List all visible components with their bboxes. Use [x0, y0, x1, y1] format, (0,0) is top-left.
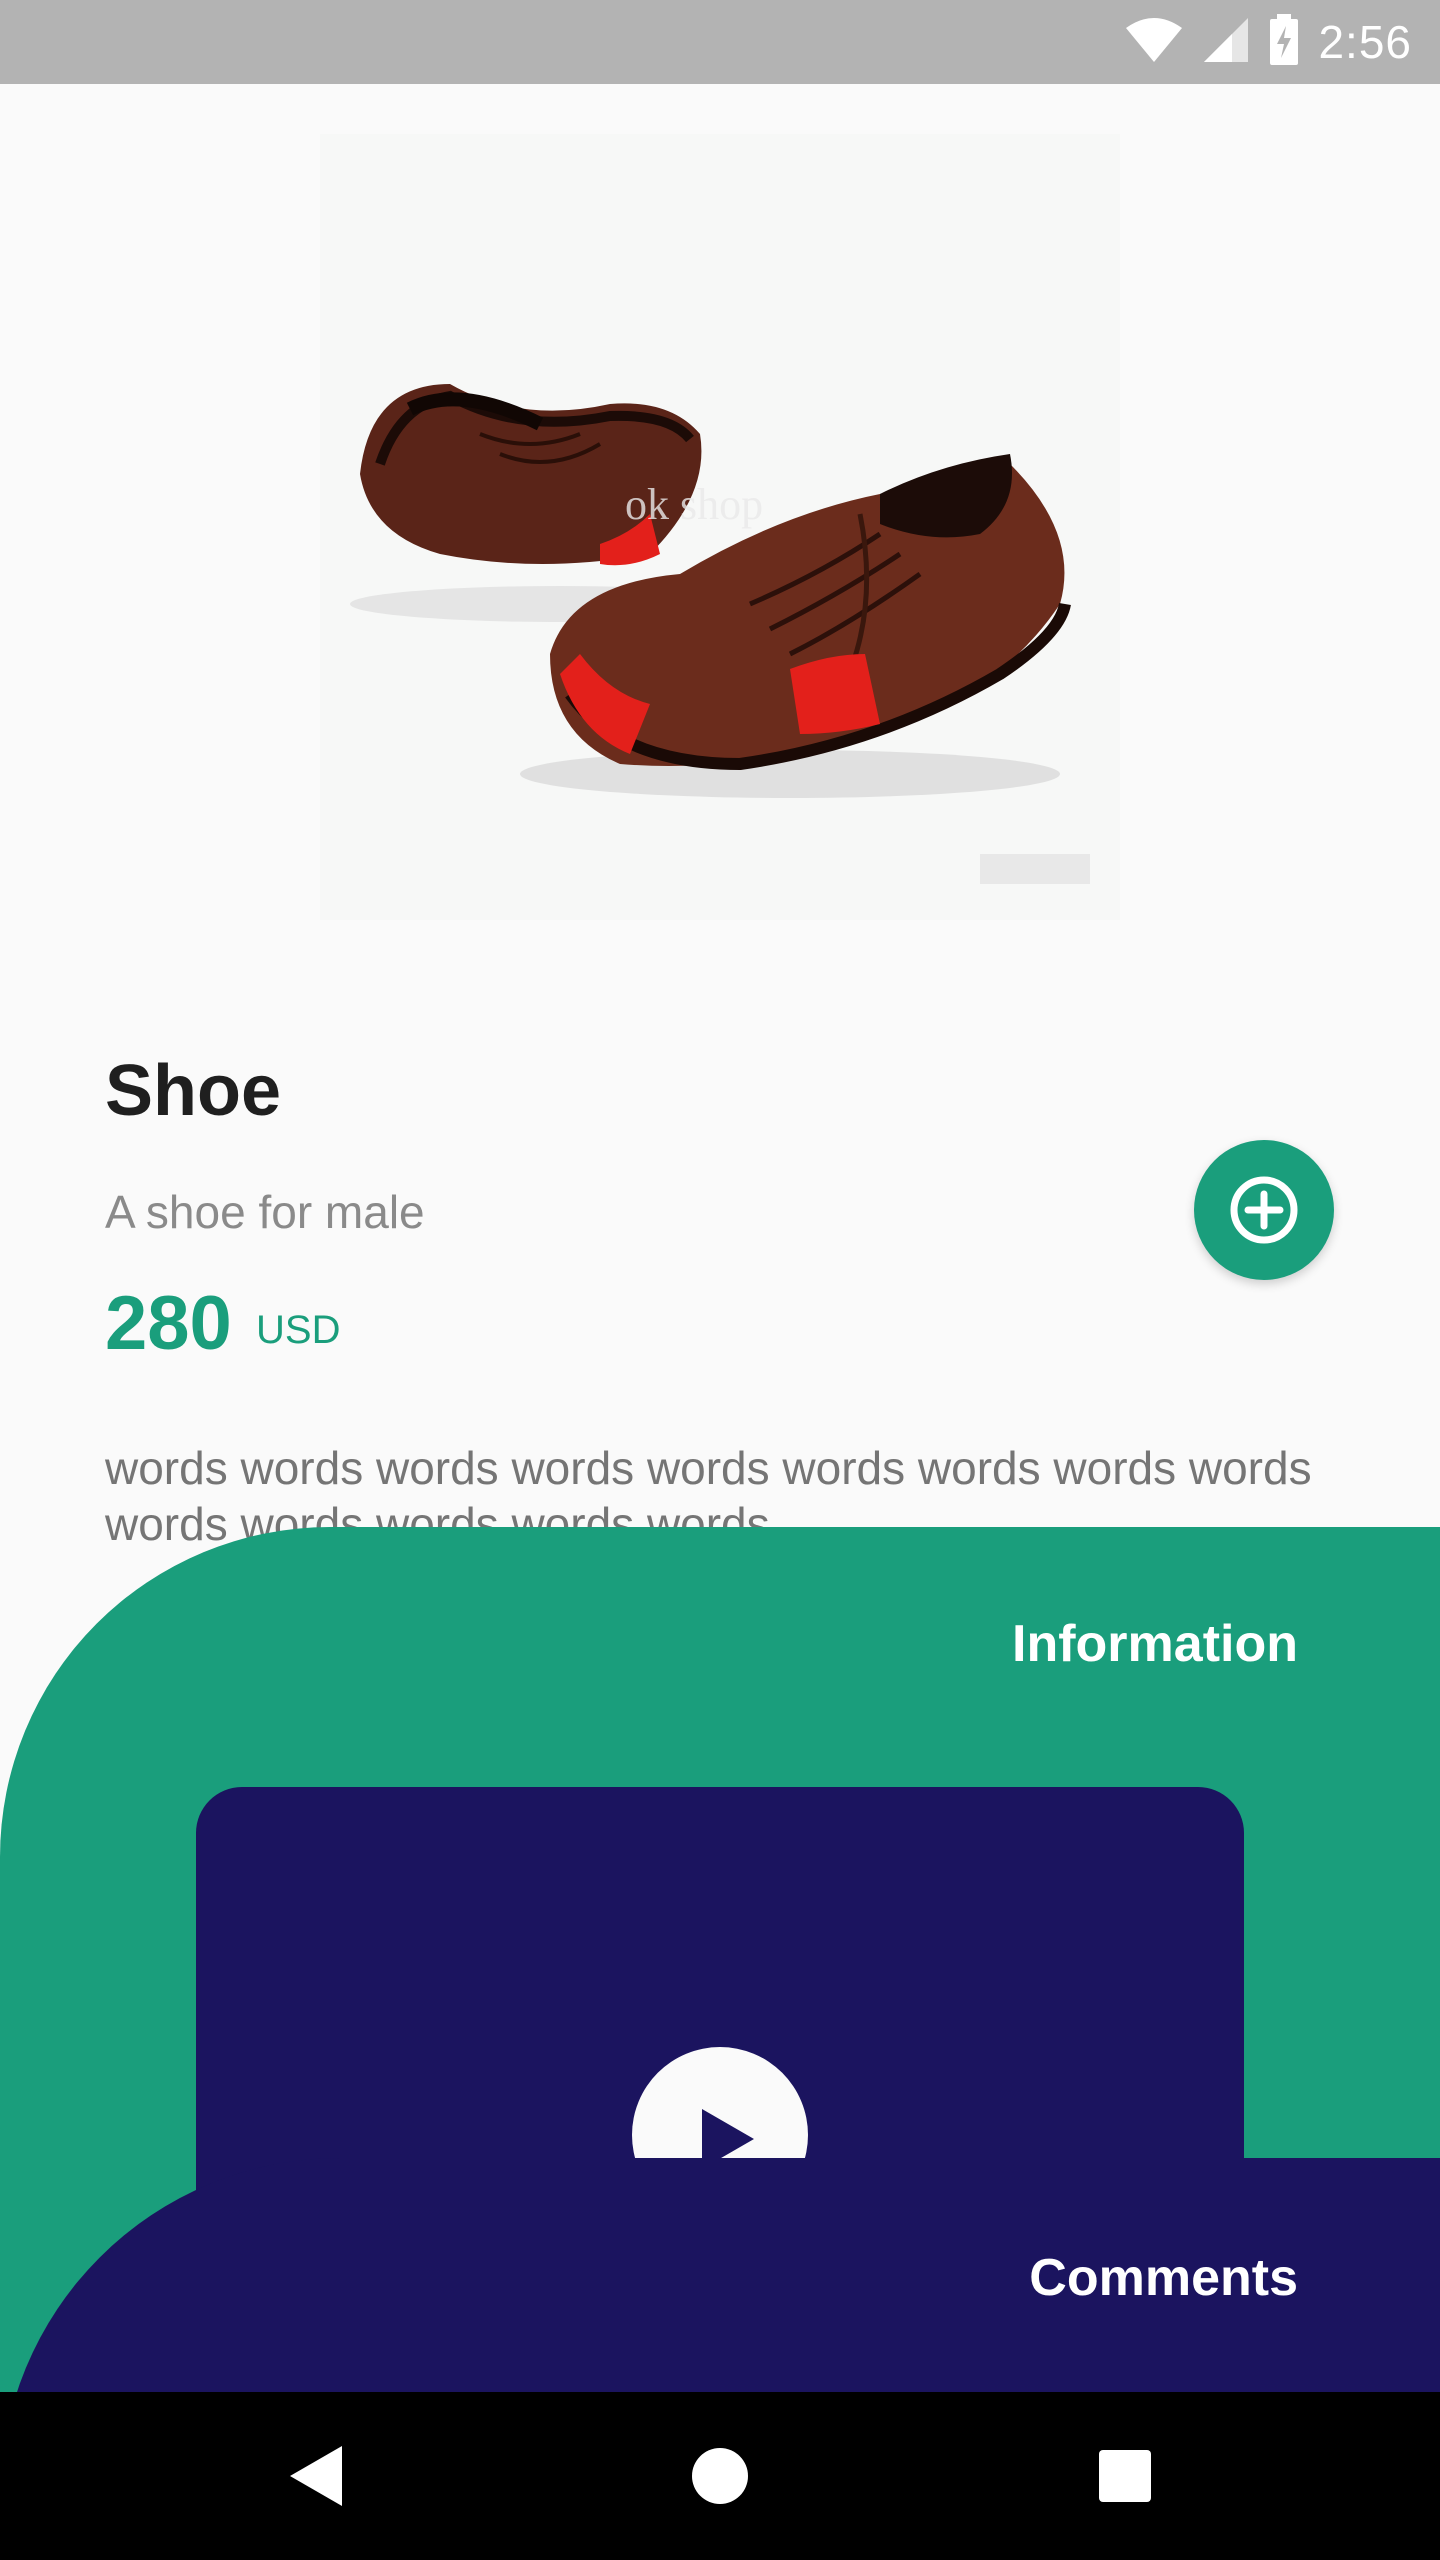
signal-icon — [1202, 16, 1250, 69]
product-image: ok shop — [320, 134, 1120, 920]
back-button[interactable] — [232, 2392, 400, 2560]
navigation-bar — [0, 2392, 1440, 2560]
home-button[interactable] — [636, 2392, 804, 2560]
image-watermark: ok shop — [625, 480, 763, 529]
back-icon — [290, 2446, 342, 2506]
information-label[interactable]: Information — [1012, 1614, 1298, 1674]
recents-icon — [1099, 2450, 1151, 2502]
shoe-product-image: ok shop — [350, 384, 1090, 884]
status-bar: 2:56 — [0, 0, 1440, 84]
home-icon — [692, 2448, 748, 2504]
product-currency: USD — [256, 1308, 341, 1352]
product-title: Shoe — [105, 1051, 282, 1131]
comments-label[interactable]: Comments — [1029, 2248, 1298, 2308]
wifi-icon — [1124, 16, 1184, 69]
recents-button[interactable] — [1041, 2392, 1209, 2560]
add-to-cart-button[interactable] — [1194, 1140, 1334, 1280]
add-circle-icon — [1230, 1176, 1298, 1244]
status-time: 2:56 — [1318, 16, 1412, 68]
product-price: 280 — [105, 1281, 232, 1366]
battery-charging-icon — [1268, 13, 1300, 71]
product-subtitle: A shoe for male — [105, 1186, 425, 1238]
